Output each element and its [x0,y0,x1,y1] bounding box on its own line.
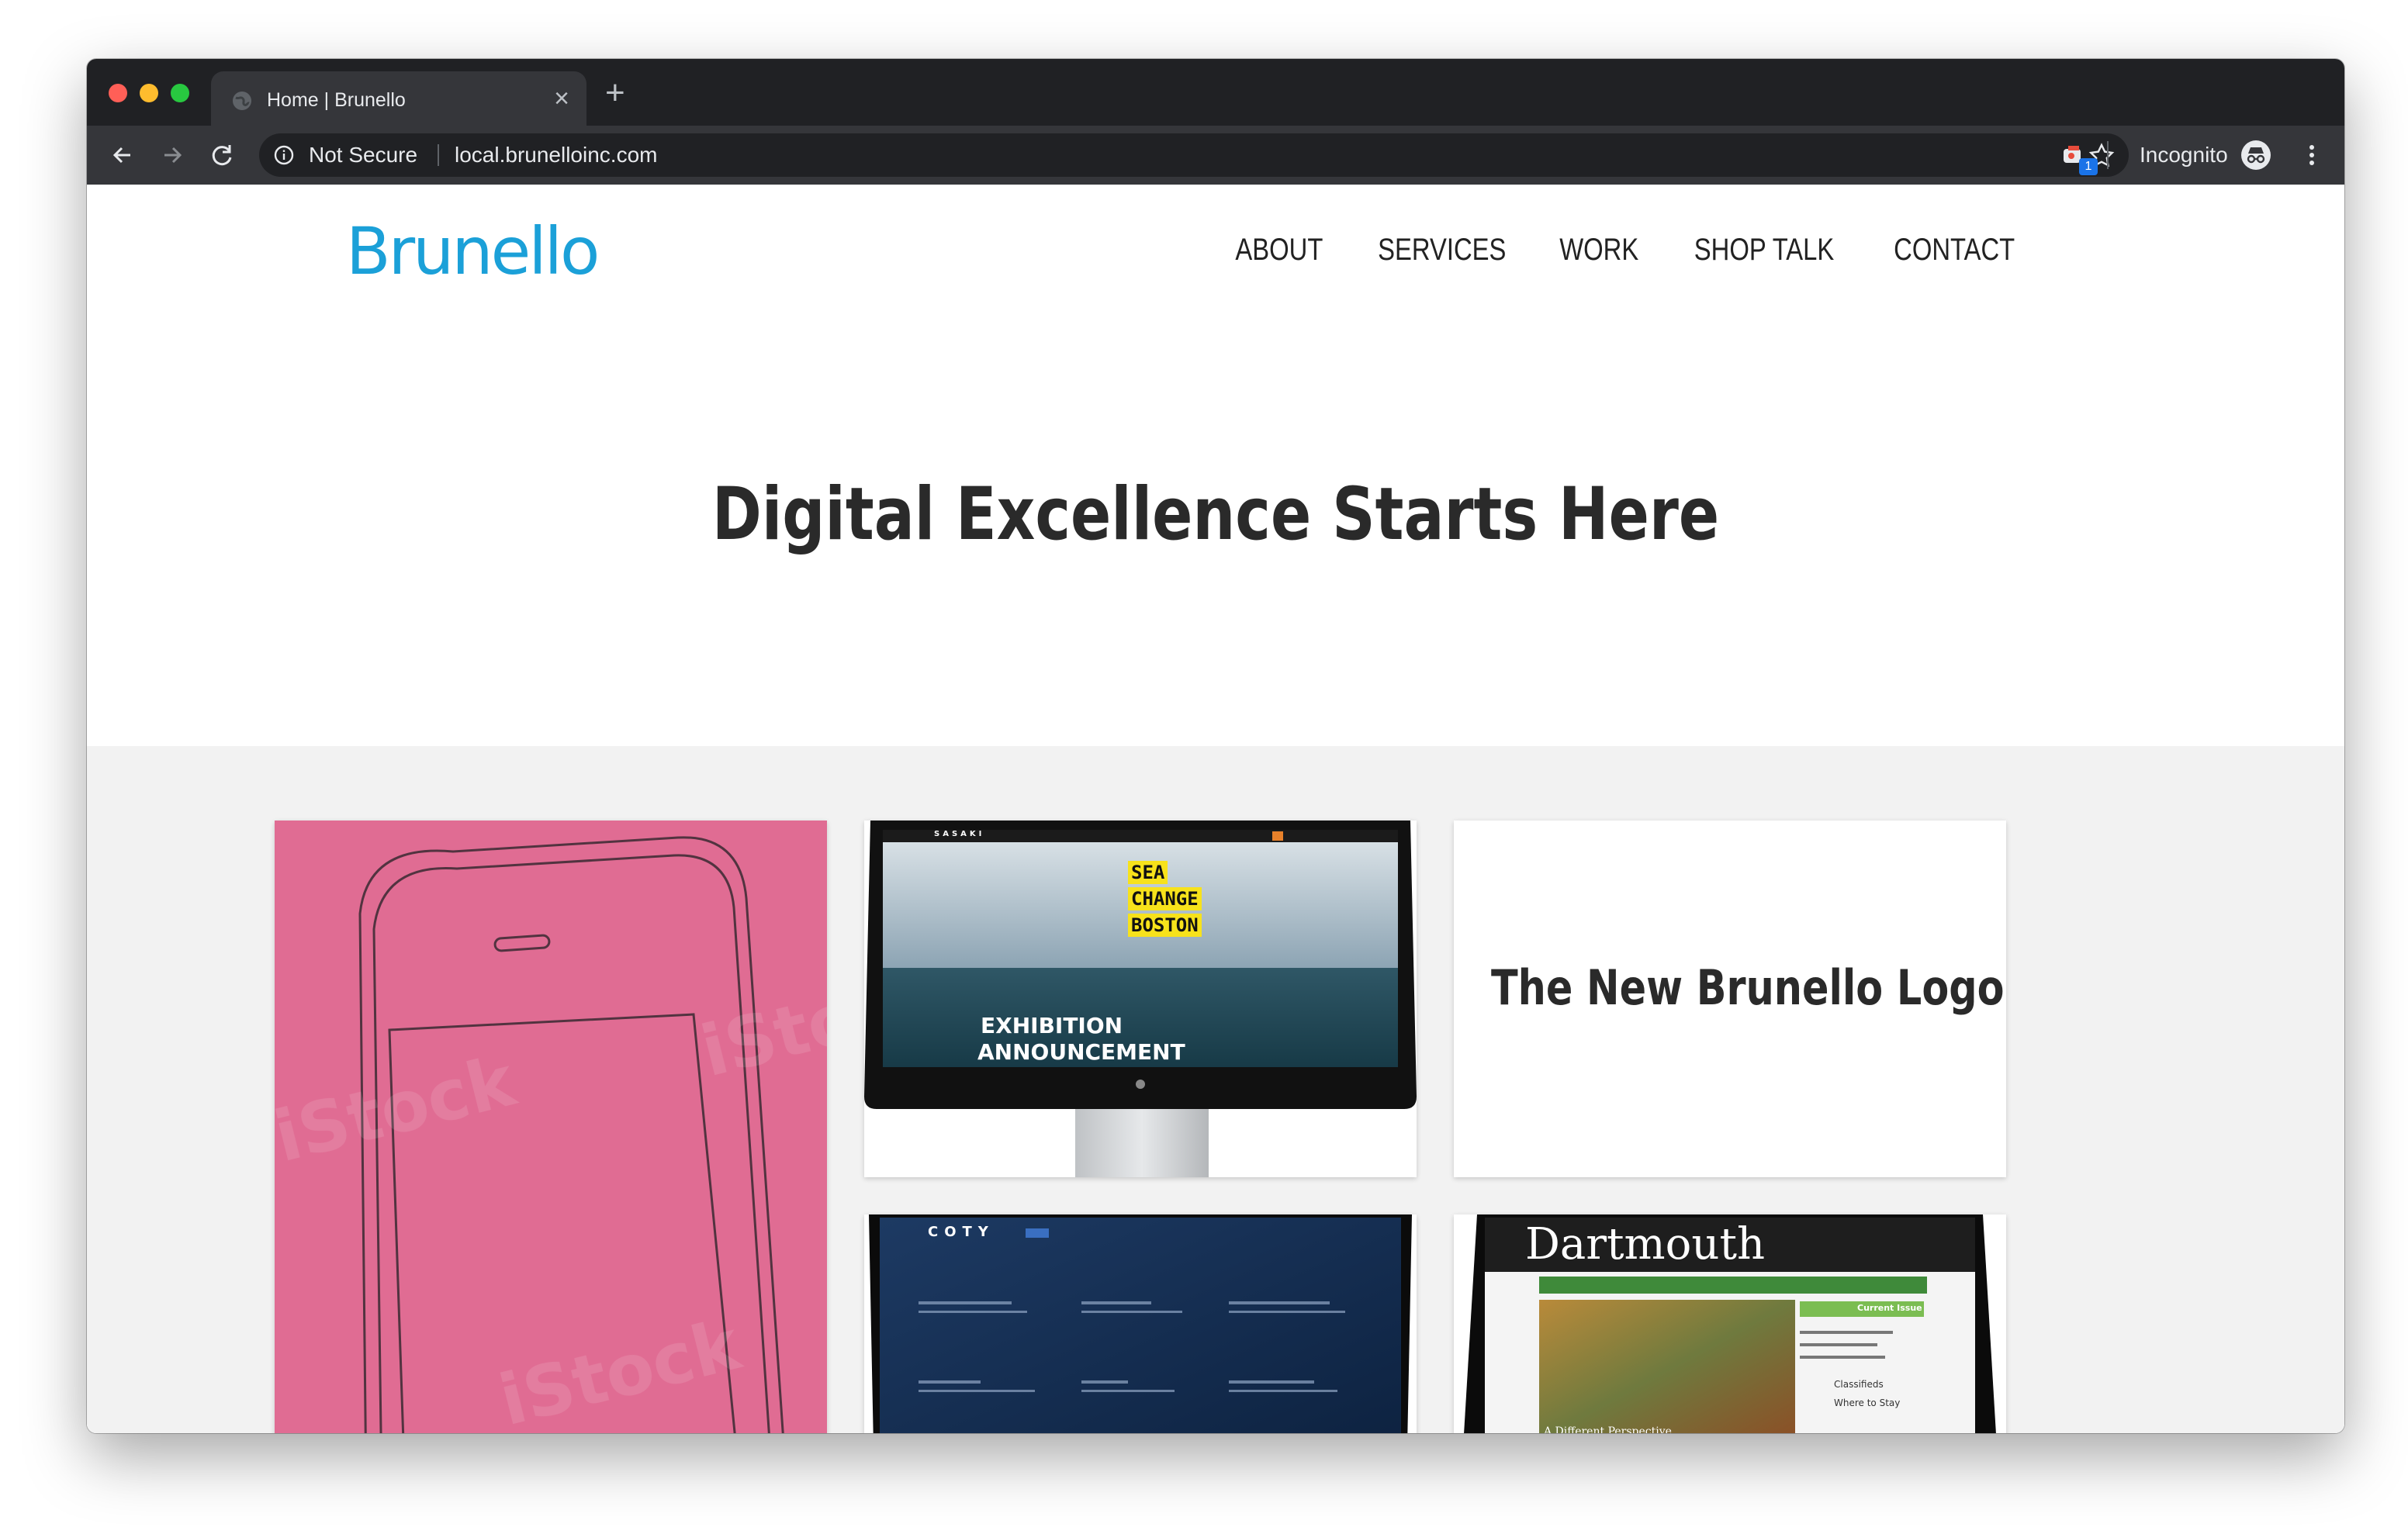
card-new-logo[interactable]: The New Brunello Logo [1454,821,2006,1177]
dartmouth-title: Dartmouth [1525,1219,1766,1270]
work-grid: iStock iStock iStock SASAKI SEA CHANGE B… [87,746,2344,1433]
url-text[interactable]: local.brunelloinc.com [455,141,657,169]
back-button[interactable] [107,140,138,171]
caption-line-1: EXHIBITION [981,1013,1123,1038]
main-nav: ABOUT SERVICES WORK SHOP TALK CONTACT [1226,230,2028,270]
tab-strip: Home | Brunello × + [87,59,2344,126]
new-tab-button[interactable]: + [605,76,625,110]
dartmouth-link-classifieds: Classifieds [1834,1379,1884,1390]
card-sasaki-exhibition[interactable]: SASAKI SEA CHANGE BOSTON EXHIBITION ANNO… [864,821,1417,1177]
arrow-left-icon [112,147,130,164]
card-dartmouth[interactable]: Dartmouth Current Issue Classifieds Wher… [1454,1214,2006,1433]
dartmouth-caption: A Different Perspective [1544,1425,1672,1433]
security-label[interactable]: Not Secure [309,141,417,169]
address-divider [438,144,439,166]
browser-toolbar: Not Secure local.brunelloinc.com 1 Incog… [87,126,2344,185]
nav-services[interactable]: SERVICES [1378,230,1506,270]
browser-window: Home | Brunello × + Not Secure local.bru… [87,59,2344,1433]
extension-badge: 1 [2079,158,2098,175]
kebab-menu-icon[interactable] [2296,140,2327,171]
brunello-logo[interactable]: Brunello [346,212,600,290]
nav-shop-talk[interactable]: SHOP TALK [1694,230,1833,270]
close-tab-icon[interactable]: × [554,85,569,112]
maximize-window-button[interactable] [171,84,189,102]
minimize-window-button[interactable] [140,84,158,102]
dartmouth-current-issue: Current Issue [1857,1303,1922,1313]
nav-work[interactable]: WORK [1559,230,1638,270]
phone-outline-illustration: iStock iStock iStock [275,836,827,1433]
reload-icon [212,145,232,166]
browser-tab[interactable]: Home | Brunello × [211,71,586,126]
caption-line-2: ANNOUNCEMENT [977,1039,1185,1065]
svg-text:iStock: iStock [694,955,827,1093]
globe-icon [233,92,251,110]
incognito-icon[interactable] [2240,140,2271,171]
svg-text:iStock: iStock [492,1304,749,1433]
tag-change: CHANGE [1128,887,1202,910]
address-bar[interactable]: Not Secure local.brunelloinc.com [259,133,2129,177]
hero-title: Digital Excellence Starts Here [711,472,1720,557]
nav-contact[interactable]: CONTACT [1894,230,2015,270]
svg-text:iStock: iStock [275,1040,524,1178]
info-icon[interactable] [273,144,295,166]
nav-about[interactable]: ABOUT [1235,230,1323,270]
tag-sea: SEA [1128,861,1168,884]
reload-button[interactable] [206,140,237,171]
forward-button[interactable] [157,140,188,171]
dartmouth-link-where-to-stay: Where to Stay [1834,1398,1901,1408]
logo-card-title: The New Brunello Logo [1491,959,2005,1016]
page-viewport: Brunello ABOUT SERVICES WORK SHOP TALK C… [87,185,2344,1433]
tab-title: Home | Brunello [267,89,406,111]
toolbar-divider [2107,141,2109,169]
site-header: Brunello ABOUT SERVICES WORK SHOP TALK C… [87,185,2344,746]
close-window-button[interactable] [109,84,127,102]
arrow-right-icon [164,147,182,164]
coty-tablet-mockup [869,1214,1412,1433]
card-coty[interactable]: COTY [864,1214,1417,1433]
tag-boston: BOSTON [1128,914,1202,937]
coty-brand: COTY [928,1224,995,1240]
site-name: SASAKI [934,830,985,838]
card-phone-illustration[interactable]: iStock iStock iStock [275,821,827,1433]
incognito-label[interactable]: Incognito [2140,141,2228,169]
